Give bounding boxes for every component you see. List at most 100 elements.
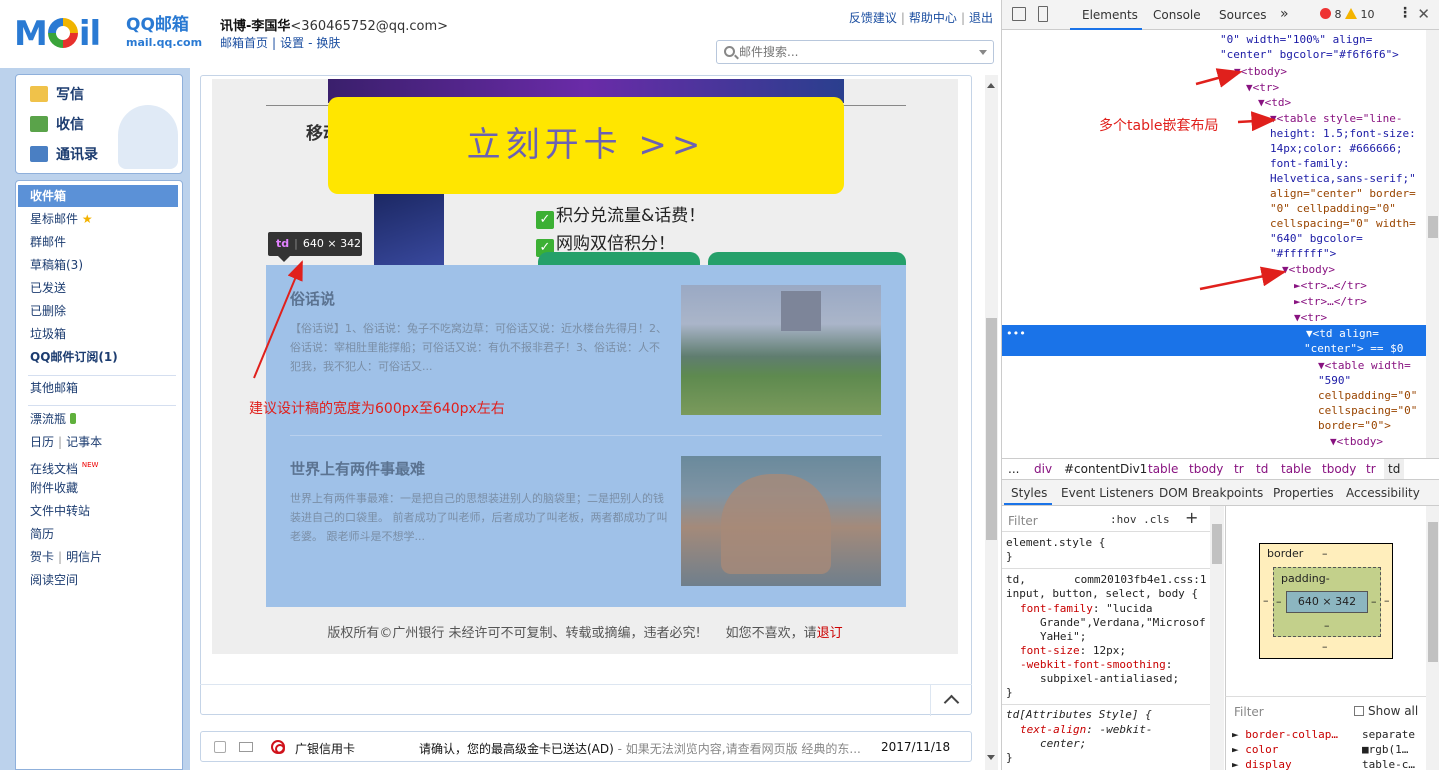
- folder-inbox[interactable]: 收件箱: [18, 185, 178, 207]
- ad-green-button[interactable]: [708, 252, 906, 265]
- dom-line[interactable]: ▼<table width=: [1318, 358, 1411, 373]
- unsubscribe-link[interactable]: 退订: [817, 626, 843, 641]
- tab-sources[interactable]: Sources: [1219, 8, 1266, 22]
- selected-dom-node[interactable]: ••• ▼<td align= "center"> == $0: [1002, 325, 1426, 356]
- scrollbar-thumb[interactable]: [986, 318, 997, 540]
- tab-event-listeners[interactable]: Event Listeners: [1061, 486, 1154, 500]
- more-icon[interactable]: •••: [1006, 326, 1026, 341]
- crumb[interactable]: tr: [1234, 459, 1244, 479]
- compose-button[interactable]: 写信: [30, 84, 84, 104]
- postcard-link[interactable]: 明信片: [66, 550, 102, 564]
- crumb[interactable]: tr: [1366, 459, 1376, 479]
- scroll-up-icon[interactable]: [987, 83, 995, 88]
- greeting-card-link[interactable]: 贺卡: [30, 550, 54, 564]
- logout-link[interactable]: 退出: [969, 11, 993, 25]
- folder-sent[interactable]: 已发送: [30, 277, 66, 299]
- notes-link[interactable]: 记事本: [66, 435, 102, 449]
- dom-line[interactable]: ▼<table style="line-: [1270, 111, 1402, 126]
- dom-scrollbar[interactable]: [1426, 30, 1439, 458]
- dom-tree[interactable]: "0" width="100%" align= "center" bgcolor…: [1002, 30, 1426, 458]
- mail-list-row[interactable]: 广银信用卡 请确认，您的最高级金卡已送达(AD) - 如果无法浏览内容,请查看网…: [200, 731, 972, 762]
- css-property[interactable]: font-family: [1020, 602, 1093, 615]
- computed-property[interactable]: ► color ■rgb(1…: [1232, 743, 1408, 756]
- folder-group[interactable]: 群邮件: [30, 231, 66, 253]
- stylesheet-link[interactable]: comm20103fb4e1.css:1: [1074, 573, 1206, 587]
- menu-icon[interactable]: ⋮: [1398, 5, 1412, 21]
- row-checkbox[interactable]: [214, 741, 226, 753]
- css-value[interactable]: :: [1166, 658, 1173, 671]
- app-resume[interactable]: 简历: [30, 523, 54, 545]
- dom-line[interactable]: ▼<tr>: [1294, 310, 1327, 325]
- styles-filter-input[interactable]: Filter: [1008, 514, 1038, 528]
- close-icon[interactable]: ✕: [1417, 5, 1430, 23]
- folder-subscriptions[interactable]: QQ邮件订阅(1): [30, 346, 118, 368]
- scrollbar-thumb[interactable]: [1428, 216, 1438, 238]
- article-1[interactable]: 俗话说 【俗话说】1、俗话说：兔子不吃窝边草：可俗话又说：近水楼台先得月！2、俗…: [290, 289, 670, 376]
- tab-dom-breakpoints[interactable]: DOM Breakpoints: [1159, 486, 1263, 500]
- dom-line[interactable]: ▼<tbody>: [1330, 434, 1383, 449]
- scrollbar-thumb[interactable]: [1212, 524, 1222, 564]
- search-dropdown-icon[interactable]: [979, 50, 987, 55]
- tab-styles[interactable]: Styles: [1011, 486, 1047, 500]
- css-property[interactable]: -webkit-font-smoothing: [1020, 658, 1166, 671]
- scroll-top-icon[interactable]: [930, 685, 972, 716]
- crumb[interactable]: table: [1148, 459, 1178, 479]
- skin-link[interactable]: 换肤: [316, 36, 340, 50]
- computed-property[interactable]: ► border-collap… separate: [1232, 728, 1415, 741]
- issue-counts[interactable]: 8 10: [1320, 8, 1375, 21]
- more-tabs-icon[interactable]: »: [1280, 6, 1289, 22]
- tab-console[interactable]: Console: [1153, 8, 1201, 22]
- crumb[interactable]: ...: [1008, 459, 1019, 479]
- dom-line[interactable]: ►<tr>…</tr>: [1294, 278, 1367, 293]
- tab-elements[interactable]: Elements: [1082, 8, 1138, 22]
- folder-other-mailboxes[interactable]: 其他邮箱: [30, 377, 78, 399]
- box-model-content[interactable]: 640 × 342: [1286, 591, 1368, 613]
- tab-properties[interactable]: Properties: [1273, 486, 1334, 500]
- open-card-button[interactable]: 立刻开卡 >>: [328, 97, 844, 194]
- computed-filter-input[interactable]: Filter: [1234, 705, 1264, 719]
- page-scrollbar[interactable]: [985, 75, 998, 770]
- dom-line[interactable]: ►<tr>…</tr>: [1294, 294, 1367, 309]
- calendar-link[interactable]: 日历: [30, 435, 54, 449]
- receive-button[interactable]: 收信: [30, 114, 84, 134]
- styles-scrollbar[interactable]: [1210, 506, 1224, 770]
- contacts-button[interactable]: 通讯录: [30, 144, 98, 164]
- show-all-checkbox[interactable]: Show all: [1354, 704, 1418, 718]
- article-2[interactable]: 世界上有两件事最难 世界上有两件事最难：一是把自己的思想装进别人的脑袋里；二是把…: [290, 459, 670, 546]
- folder-drafts[interactable]: 草稿箱(3): [30, 254, 83, 276]
- dom-line[interactable]: ▼<tbody>: [1282, 262, 1335, 277]
- app-drift-bottle[interactable]: 漂流瓶: [30, 408, 76, 430]
- scrollbar-thumb[interactable]: [1428, 522, 1438, 662]
- dom-line[interactable]: ▼<td>: [1258, 95, 1291, 110]
- dom-line[interactable]: ▼<tbody>: [1234, 64, 1287, 79]
- device-toggle-icon[interactable]: [1038, 6, 1048, 22]
- tab-accessibility[interactable]: Accessibility: [1346, 486, 1420, 500]
- scroll-down-icon[interactable]: [987, 755, 995, 760]
- crumb-current[interactable]: td: [1384, 459, 1405, 479]
- hov-cls-toggle[interactable]: :hov .cls: [1110, 513, 1170, 526]
- computed-scrollbar[interactable]: [1426, 506, 1439, 770]
- crumb[interactable]: tbody: [1189, 459, 1223, 479]
- folder-starred[interactable]: 星标邮件 ★: [30, 208, 93, 230]
- couple-image[interactable]: [681, 456, 881, 586]
- crumb[interactable]: #contentDiv1: [1064, 459, 1147, 479]
- inspect-icon[interactable]: [1012, 7, 1026, 21]
- css-value[interactable]: : 12px;: [1080, 644, 1126, 657]
- folder-junk[interactable]: 垃圾箱: [30, 323, 66, 345]
- castle-garden-image[interactable]: [681, 285, 881, 415]
- app-online-docs[interactable]: 在线文档 NEW: [30, 454, 98, 476]
- add-rule-icon[interactable]: +: [1185, 508, 1198, 527]
- search-input[interactable]: [739, 43, 969, 61]
- app-attachments[interactable]: 附件收藏: [30, 477, 78, 499]
- app-reading[interactable]: 阅读空间: [30, 569, 78, 591]
- app-file-transfer[interactable]: 文件中转站: [30, 500, 90, 522]
- checkbox-icon[interactable]: [1354, 706, 1364, 716]
- css-property[interactable]: font-size: [1020, 644, 1080, 657]
- css-value[interactable]: : "lucida: [1093, 602, 1153, 615]
- home-link[interactable]: 邮箱首页: [220, 36, 268, 50]
- crumb[interactable]: td: [1256, 459, 1268, 479]
- settings-link[interactable]: 设置: [280, 36, 304, 50]
- crumb[interactable]: div: [1034, 459, 1052, 479]
- crumb[interactable]: tbody: [1322, 459, 1356, 479]
- qq-mail-logo[interactable]: Mil QQ邮箱 mail.qq.com: [14, 14, 204, 54]
